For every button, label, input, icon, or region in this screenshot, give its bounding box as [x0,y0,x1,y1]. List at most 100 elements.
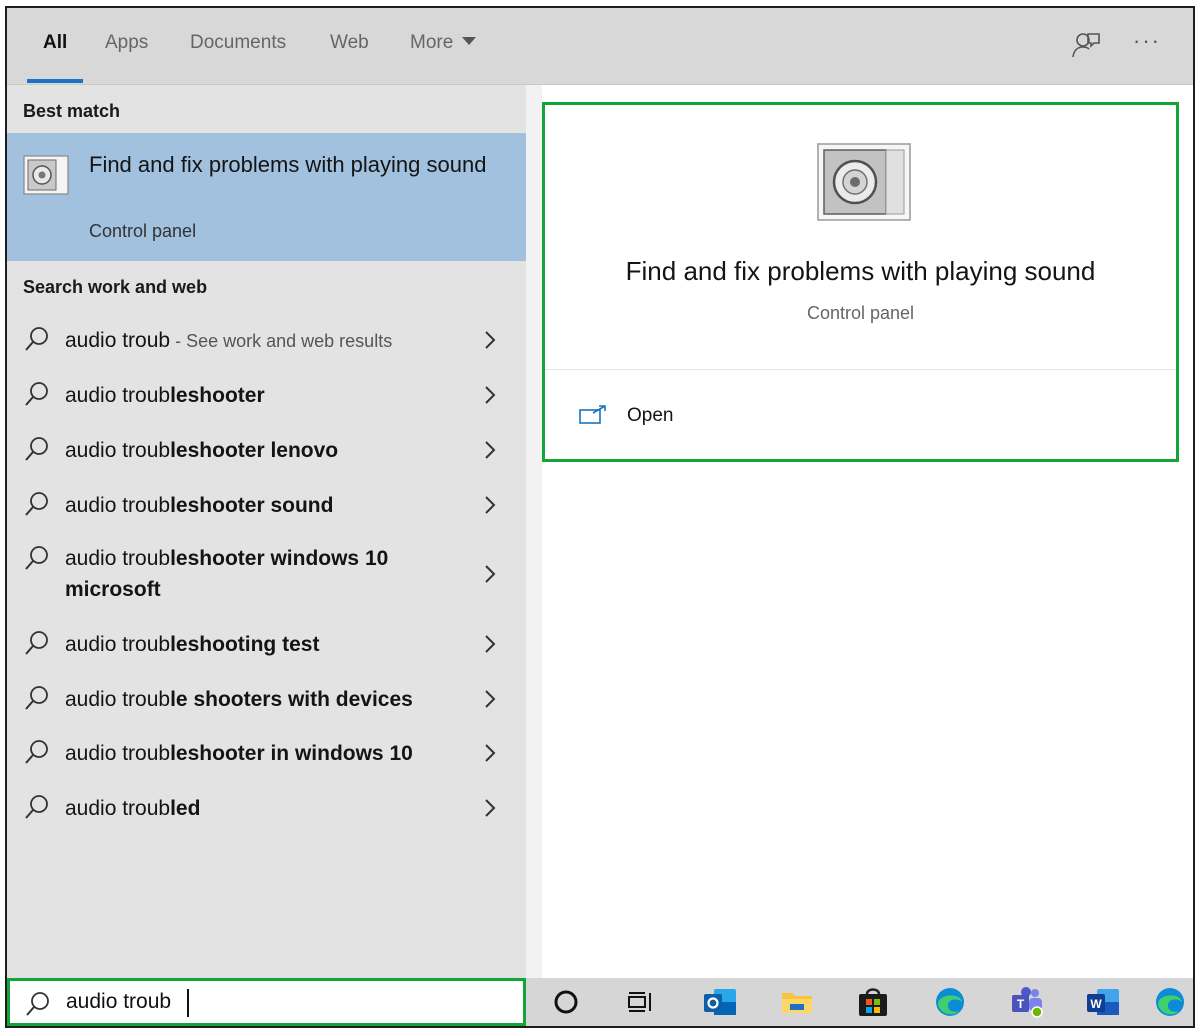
chevron-right-icon [483,329,497,356]
preview-pane: Find and fix problems with playing sound… [526,85,1193,978]
chevron-right-icon [483,494,497,521]
tab-all[interactable]: All [26,32,84,83]
suggestion-item[interactable]: audio troubleshooter in windows 10 [7,725,526,780]
suggestion-completion: leshooter [170,384,265,407]
suggestion-completion: leshooter sound [170,494,334,517]
suggestion-prefix: audio troub [65,633,171,656]
suggestion-item[interactable]: audio troub - See work and web results [7,313,526,367]
search-icon [23,544,51,577]
chevron-right-icon [483,633,497,660]
file-explorer-icon[interactable] [766,978,826,1026]
suggestion-hint: - See work and web results [170,331,393,351]
tab-documents-label: Documents [190,32,287,53]
suggestion-prefix: audio troub [65,797,171,820]
best-match-item[interactable]: Find and fix problems with playing sound… [7,133,526,261]
outlook-icon[interactable] [689,978,749,1026]
open-action[interactable]: Open [579,401,779,435]
edge-icon[interactable] [1139,978,1193,1026]
svg-text:W: W [1090,997,1102,1011]
more-options-icon[interactable]: ··· [1133,28,1161,54]
task-view-icon[interactable] [610,978,670,1026]
open-label: Open [627,405,674,426]
suggestion-text: audio troubleshooter windows 10 microsof… [65,543,435,605]
search-box[interactable] [7,978,526,1026]
suggestion-text: audio troubleshooter lenovo [65,435,445,466]
cortana-icon[interactable] [536,978,596,1026]
suggestion-prefix: audio troub [65,329,171,352]
suggestion-text: audio troubleshooter in windows 10 [65,738,445,769]
best-match-title: Find and fix problems with playing sound [89,152,487,177]
tab-apps-label: Apps [105,32,149,53]
tab-web-label: Web [330,32,369,53]
chevron-right-icon [483,439,497,466]
suggestion-prefix: audio troub [65,742,171,765]
svg-text:T: T [1017,997,1025,1011]
search-window: All Apps Documents Web More ··· Best mat… [5,6,1195,1028]
suggestion-text: audio troubleshooter [65,380,445,411]
suggestion-completion: led [170,797,201,820]
chevron-right-icon [483,384,497,411]
best-match-heading: Best match [23,101,121,121]
speaker-icon [23,155,69,200]
suggestion-completion: leshooter in windows 10 [170,742,413,765]
search-tab-bar: All Apps Documents Web More ··· [7,8,1193,85]
suggestion-prefix: audio troub [65,547,171,570]
search-icon [23,325,51,358]
suggestion-item[interactable]: audio trouble shooters with devices [7,671,526,725]
teams-icon[interactable]: T [996,978,1056,1026]
tab-all-label: All [43,32,68,53]
search-icon [23,435,51,468]
microsoft-store-icon[interactable] [842,978,902,1026]
chevron-right-icon [483,742,497,769]
tab-web[interactable]: Web [330,32,369,83]
suggestion-text: audio troub - See work and web results [65,325,465,357]
suggestion-item[interactable]: audio troubleshooter sound [7,477,526,532]
divider [545,369,1176,370]
suggestion-item[interactable]: audio troubleshooter windows 10 microsof… [7,532,526,616]
detail-card: Find and fix problems with playing sound… [542,102,1179,462]
open-icon [579,405,607,430]
tab-more-label: More [410,32,454,53]
chevron-right-icon [483,797,497,824]
chevron-right-icon [483,688,497,715]
word-icon[interactable]: W [1072,978,1132,1026]
pane-divider [526,85,542,978]
suggestion-prefix: audio troub [65,688,171,711]
suggestion-text: audio troubleshooter sound [65,490,445,521]
search-icon [23,629,51,662]
results-list: Best match Find and fix problems with pl… [7,85,526,978]
feedback-icon[interactable] [1071,30,1101,65]
suggestion-text: audio trouble shooters with devices [65,684,445,715]
suggestion-prefix: audio troub [65,494,171,517]
suggestion-text: audio troubled [65,793,445,824]
suggestion-completion: le shooters with devices [170,688,413,711]
tab-more[interactable]: More [410,32,477,83]
best-match-subtitle: Control panel [89,221,197,241]
search-icon [24,990,52,1023]
suggestion-text: audio troubleshooting test [65,629,445,660]
speaker-icon [816,142,912,227]
suggestion-completion: leshooting test [170,633,320,656]
search-input[interactable] [66,987,486,1017]
detail-subtitle: Control panel [806,303,915,323]
suggestion-item[interactable]: audio troubleshooting test [7,616,526,671]
chevron-down-icon [462,37,477,45]
text-cursor [187,989,189,1017]
search-icon [23,793,51,826]
search-web-heading: Search work and web [23,277,208,297]
tab-documents[interactable]: Documents [190,32,286,83]
suggestion-item[interactable]: audio troubled [7,780,526,835]
tab-apps[interactable]: Apps [105,32,148,83]
suggestion-prefix: audio troub [65,384,171,407]
search-icon [23,490,51,523]
edge-icon[interactable] [919,978,979,1026]
suggestion-item[interactable]: audio troubleshooter lenovo [7,422,526,477]
suggestion-item[interactable]: audio troubleshooter [7,367,526,422]
suggestion-prefix: audio troub [65,439,171,462]
search-icon [23,738,51,771]
chevron-right-icon [483,563,497,590]
suggestion-completion: leshooter lenovo [170,439,339,462]
detail-title: Find and fix problems with playing sound [625,256,1096,286]
taskbar: T W [526,978,1193,1026]
search-icon [23,380,51,413]
